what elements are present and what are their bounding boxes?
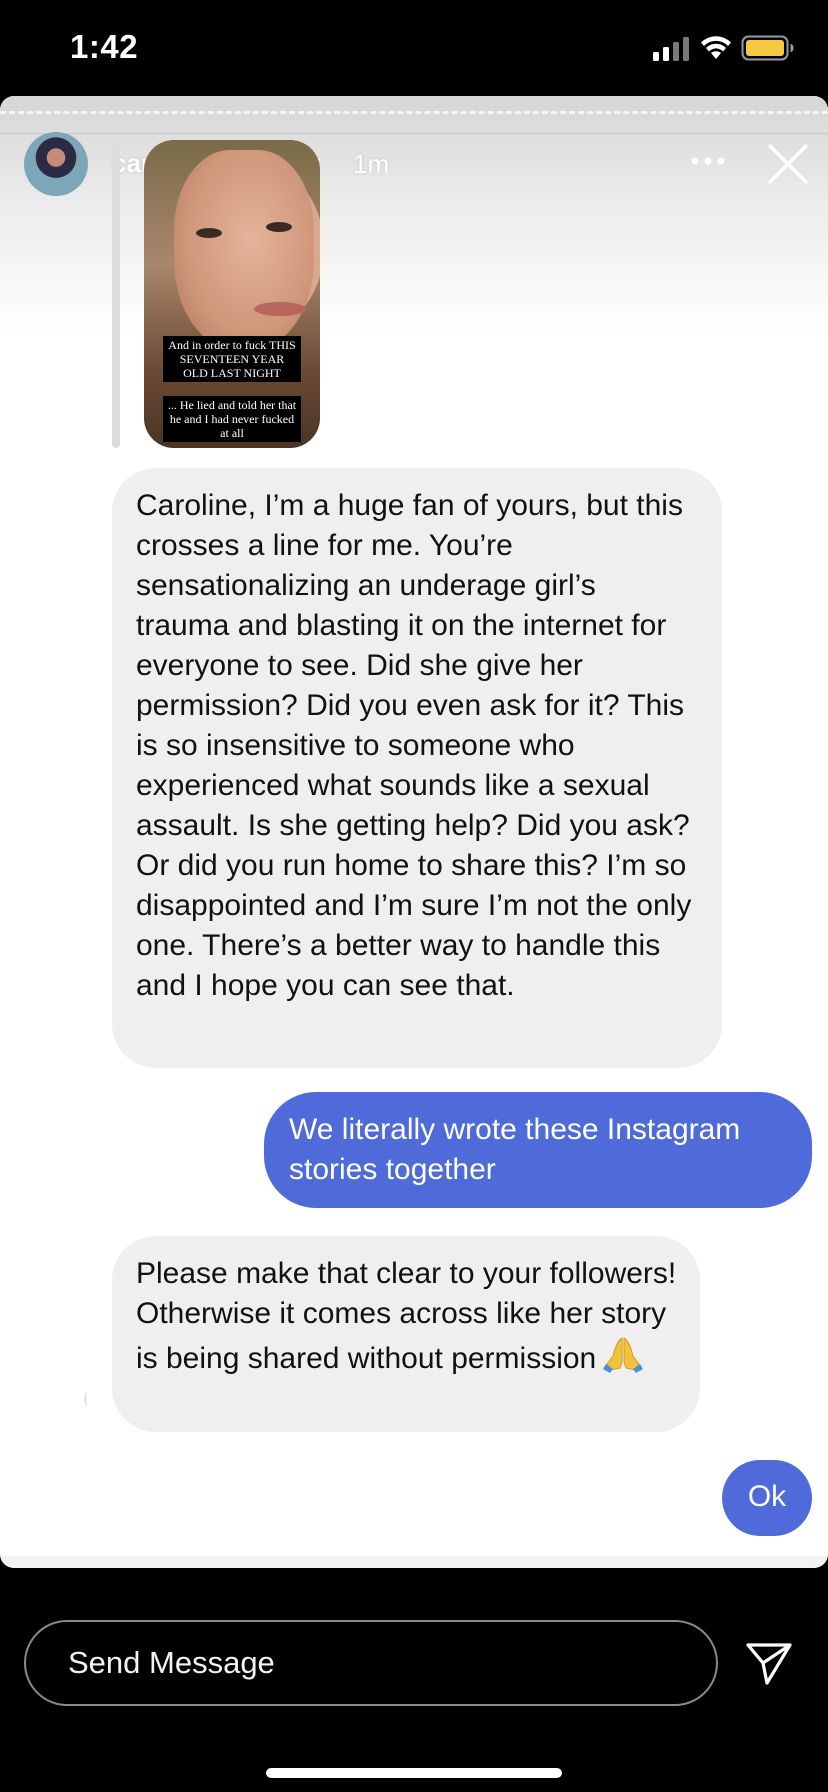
story-progress-bar xyxy=(0,111,828,114)
story-photo-eye xyxy=(196,228,222,238)
story-reply-thumbnail[interactable]: And in order to fuck THIS SEVENTEEN YEAR… xyxy=(144,140,320,448)
message-text: Please make that clear to your followers… xyxy=(136,1257,677,1375)
more-horizontal-icon[interactable] xyxy=(690,154,726,168)
wifi-icon xyxy=(701,36,731,59)
message-incoming[interactable]: Caroline, I’m a huge fan of yours, but t… xyxy=(112,468,722,1068)
story-header-fade xyxy=(0,96,828,336)
battery-icon xyxy=(741,35,794,61)
status-bar: 1:42 xyxy=(0,0,828,96)
avatar[interactable] xyxy=(24,132,88,196)
chat-sheet: carolinecalloway 1m And in order to fuck… xyxy=(0,96,828,1568)
home-indicator xyxy=(266,1768,562,1778)
message-incoming[interactable]: Please make that clear to your followers… xyxy=(112,1236,700,1432)
story-photo xyxy=(174,150,314,350)
story-photo-mouth xyxy=(254,302,306,316)
message-composer xyxy=(0,1568,828,1792)
story-caption-bottom: ... He lied and told her that he and I h… xyxy=(144,396,320,442)
divider xyxy=(0,133,828,134)
folded-hands-icon xyxy=(603,1337,644,1373)
send-paper-plane-icon[interactable] xyxy=(745,1642,793,1686)
story-photo-eye xyxy=(266,222,292,232)
reply-indicator-bar xyxy=(112,140,120,448)
cellular-signal-icon xyxy=(653,37,689,61)
message-tail xyxy=(84,1392,92,1406)
story-caption-top: And in order to fuck THIS SEVENTEEN YEAR… xyxy=(144,336,320,382)
sheet-bottom-edge xyxy=(0,1556,828,1568)
message-outgoing[interactable]: Ok xyxy=(722,1460,812,1536)
message-outgoing[interactable]: We literally wrote these Instagram stori… xyxy=(264,1092,812,1208)
send-message-input[interactable] xyxy=(24,1620,718,1706)
status-time: 1:42 xyxy=(70,28,139,65)
close-icon[interactable] xyxy=(767,143,809,185)
story-time-ago: 1m xyxy=(353,149,390,179)
